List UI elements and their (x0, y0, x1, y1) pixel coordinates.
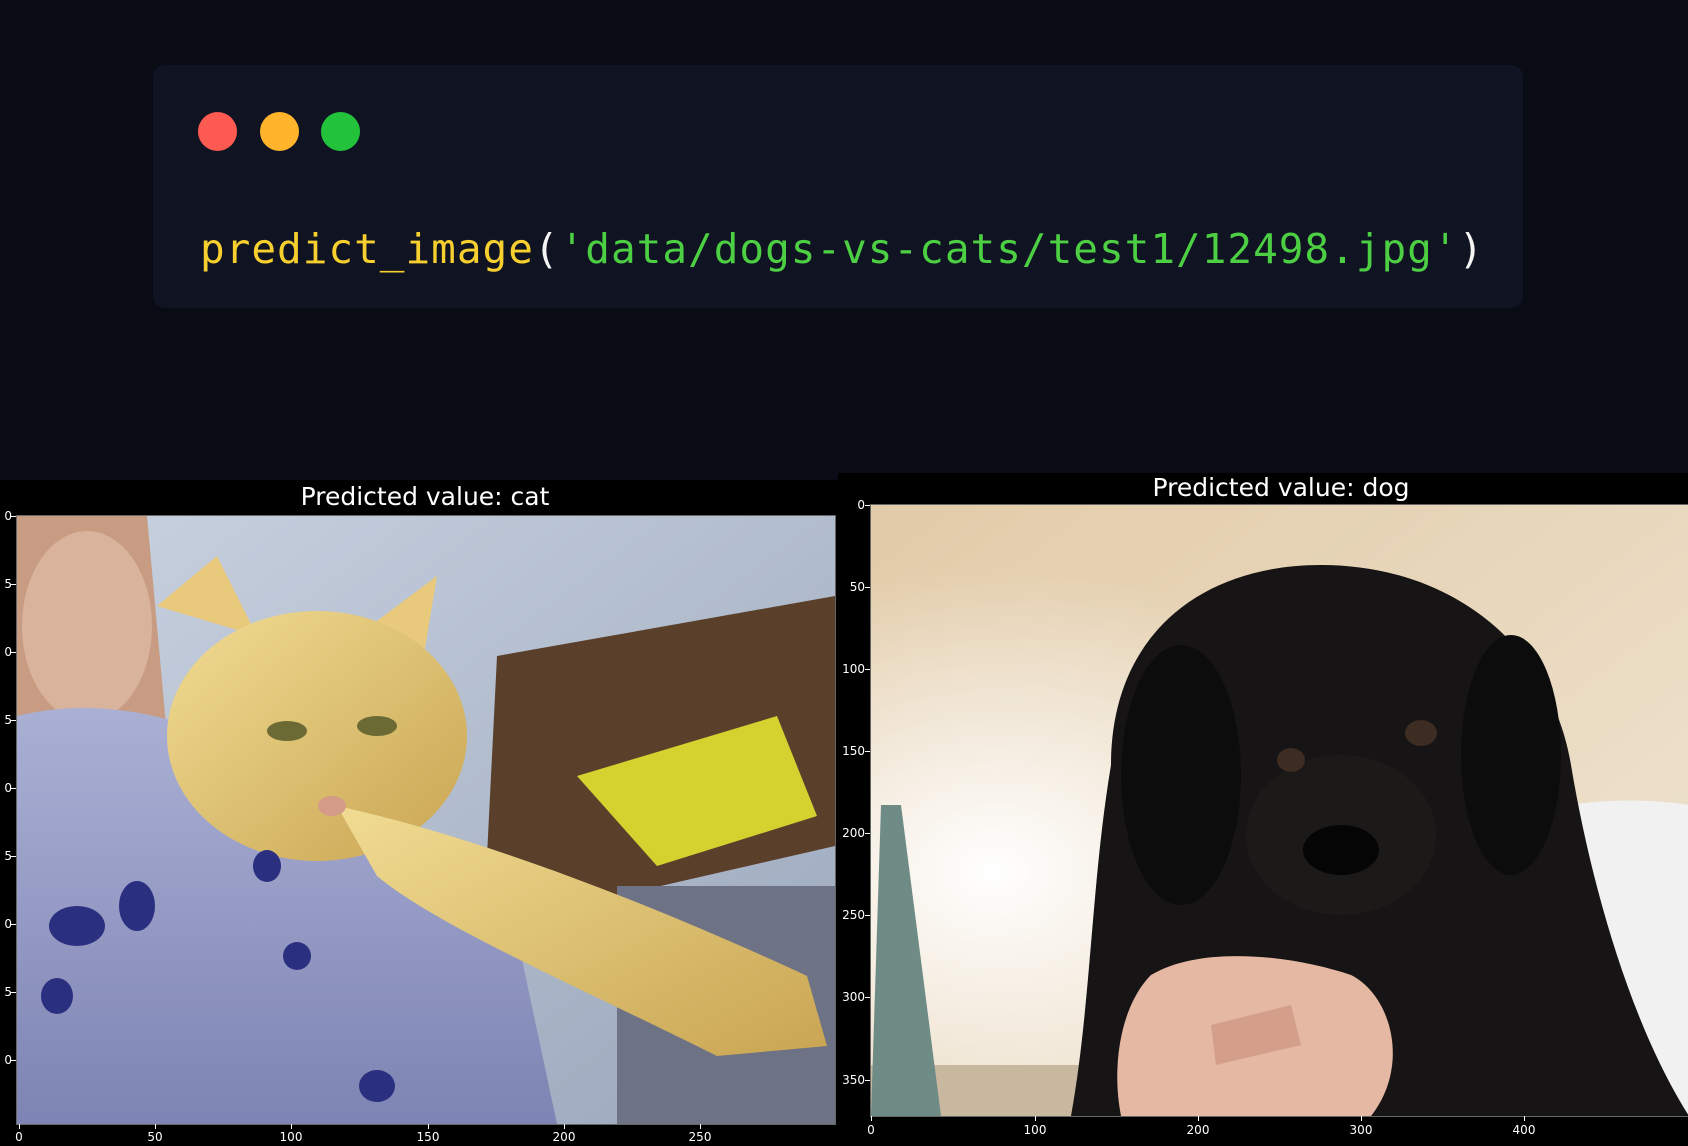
x-tick-mark (1035, 1116, 1036, 1121)
y-tick-label: 0 (4, 781, 12, 795)
y-tick-label: 5 (4, 577, 12, 591)
y-tick-mark (865, 1080, 870, 1081)
y-tick-label: 150 (842, 744, 865, 758)
x-tick-label: 100 (279, 1130, 303, 1144)
y-tick-label: 50 (849, 580, 865, 594)
x-tick-mark (1198, 1116, 1199, 1121)
y-tick-label: 5 (4, 713, 12, 727)
x-tick-label: 150 (416, 1130, 440, 1144)
plot-title-dog: Predicted value: dog (1152, 473, 1410, 502)
y-tick-label: 0 (4, 917, 12, 931)
x-tick-label: 400 (1512, 1123, 1536, 1137)
y-tick-mark (865, 833, 870, 834)
x-tick-label: 200 (552, 1130, 576, 1144)
y-tick-mark (865, 669, 870, 670)
maximize-dot-icon[interactable] (321, 112, 360, 151)
x-tick-mark (428, 1124, 429, 1129)
x-tick-mark (19, 1124, 20, 1129)
plot-title-cat: Predicted value: cat (300, 482, 550, 511)
x-tick-mark (1524, 1116, 1525, 1121)
x-tick-label: 300 (1349, 1123, 1373, 1137)
x-tick-label: 0 (867, 1123, 875, 1137)
dog-plot: Predicted value: dog 0 100 200 300 400 0… (838, 473, 1688, 1146)
open-paren: ( (533, 225, 560, 273)
y-tick-label: 250 (842, 908, 865, 922)
x-tick-mark (291, 1124, 292, 1129)
y-tick-label: 0 (4, 1053, 12, 1067)
y-tick-mark (865, 751, 870, 752)
x-tick-label: 0 (15, 1130, 23, 1144)
function-name: predict_image (200, 225, 534, 273)
x-tick-mark (871, 1116, 872, 1121)
y-tick-label: 5 (4, 985, 12, 999)
y-tick-label: 0 (4, 509, 12, 523)
close-paren: ) (1458, 225, 1485, 273)
y-tick-mark (865, 587, 870, 588)
y-tick-mark (865, 505, 870, 506)
x-tick-label: 250 (688, 1130, 712, 1144)
y-tick-label: 0 (857, 498, 865, 512)
minimize-dot-icon[interactable] (260, 112, 299, 151)
cat-photo (16, 515, 836, 1125)
close-dot-icon[interactable] (198, 112, 237, 151)
y-tick-label: 300 (842, 990, 865, 1004)
x-tick-mark (155, 1124, 156, 1129)
x-tick-mark (1361, 1116, 1362, 1121)
y-tick-label: 350 (842, 1073, 865, 1087)
code-line: predict_image('data/dogs-vs-cats/test1/1… (200, 225, 1484, 273)
y-tick-mark (865, 915, 870, 916)
y-tick-label: 100 (842, 662, 865, 676)
x-tick-mark (700, 1124, 701, 1129)
dog-photo (870, 504, 1688, 1117)
code-window: predict_image('data/dogs-vs-cats/test1/1… (153, 65, 1523, 308)
y-tick-label: 5 (4, 849, 12, 863)
x-tick-mark (564, 1124, 565, 1129)
y-tick-label: 0 (4, 645, 12, 659)
path-string: 'data/dogs-vs-cats/test1/12498.jpg' (559, 225, 1459, 273)
cat-plot: Predicted value: cat 0 50 100 150 200 25… (0, 480, 838, 1146)
y-tick-label: 200 (842, 826, 865, 840)
cat-photo-illustration (17, 516, 835, 1124)
x-tick-label: 200 (1186, 1123, 1210, 1137)
x-tick-label: 50 (147, 1130, 163, 1144)
dog-photo-illustration (871, 505, 1688, 1116)
y-tick-mark (865, 997, 870, 998)
x-tick-label: 100 (1023, 1123, 1047, 1137)
